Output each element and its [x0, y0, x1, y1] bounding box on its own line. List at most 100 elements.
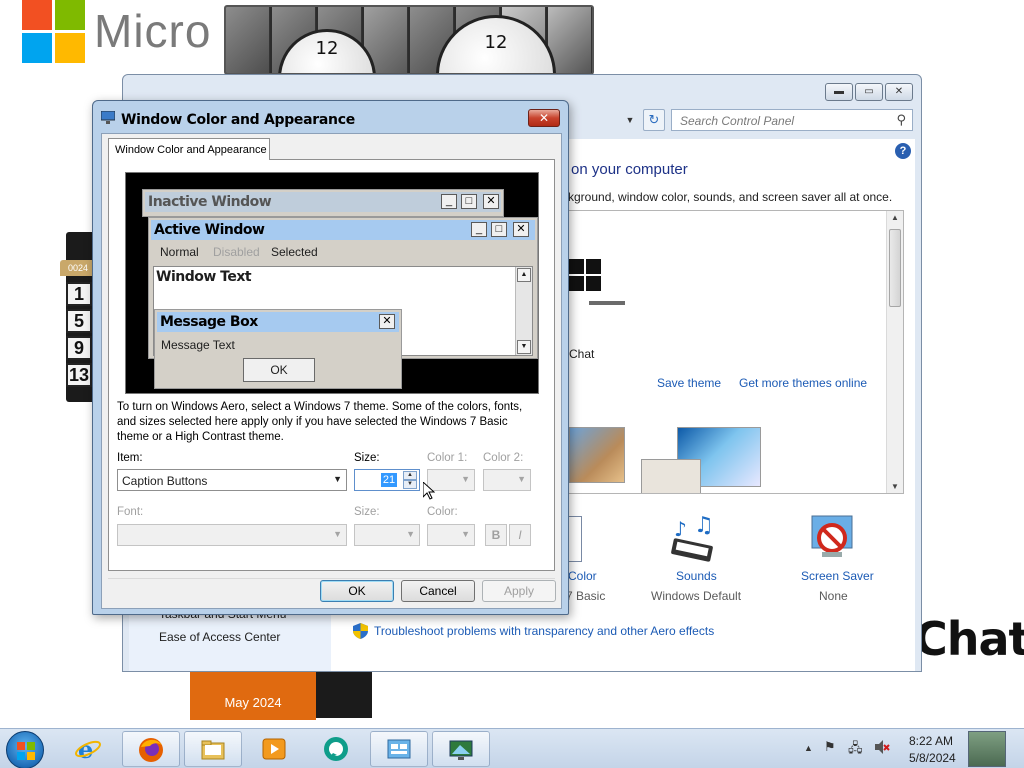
- preview-msgbox-text: Message Text: [161, 338, 235, 352]
- font-size-label: Size:: [354, 506, 380, 518]
- tab-window-color[interactable]: Window Color and Appearance: [108, 138, 270, 160]
- mouse-pointer-icon: [422, 480, 436, 500]
- start-button[interactable]: [6, 731, 44, 768]
- taskbar-media-player[interactable]: [246, 731, 304, 767]
- window-caption-buttons: ▬ ▭ ✕: [825, 83, 913, 101]
- calendar-number: 13: [66, 363, 92, 387]
- theme-list-scrollbar[interactable]: ▲ ▼: [886, 211, 903, 493]
- action-center-flag-icon[interactable]: ⚑: [824, 739, 836, 755]
- preview-close-icon: ✕: [379, 314, 395, 329]
- aero-description: To turn on Windows Aero, select a Window…: [117, 401, 523, 443]
- theme-name: Chat: [569, 347, 595, 361]
- taskbar-internet-explorer[interactable]: e: [60, 731, 118, 767]
- button-separator: [108, 578, 555, 579]
- spin-up-icon[interactable]: ▲: [403, 471, 417, 480]
- font-color-label: Color:: [427, 506, 458, 518]
- taskbar-firefox[interactable]: [122, 731, 180, 767]
- window-color-link[interactable]: Color: [568, 569, 597, 583]
- calendar-month: May 2024: [224, 695, 282, 710]
- calendar-number: 1: [66, 282, 92, 306]
- calendar-gadget[interactable]: 0024 1 5 9 13: [60, 260, 96, 400]
- font-size-select[interactable]: ▼: [354, 524, 420, 546]
- display-settings-icon: [448, 737, 474, 763]
- screen-saver-link[interactable]: Screen Saver: [801, 569, 874, 583]
- preview-minimize-icon: _: [471, 222, 487, 237]
- calendar-header: 0024: [60, 260, 96, 276]
- theme-thumb-caption: [589, 301, 625, 305]
- folder-icon: [200, 737, 226, 763]
- dialog-close-button[interactable]: ✕: [528, 109, 560, 127]
- search-input[interactable]: Search Control Panel ⚲: [671, 109, 913, 131]
- ok-button[interactable]: OK: [320, 580, 394, 602]
- chat-app-icon: [323, 736, 349, 762]
- window-color-value: 7 Basic: [566, 589, 606, 603]
- clock-gadget[interactable]: 12 12: [224, 5, 594, 75]
- tab-panel: Inactive Window _ □ ✕ Active Window _ □ …: [108, 159, 555, 571]
- ease-of-access-link[interactable]: Ease of Access Center: [159, 630, 280, 644]
- color2-picker[interactable]: ▼: [483, 469, 531, 491]
- taskbar-display-settings[interactable]: [432, 731, 490, 767]
- troubleshoot-link[interactable]: Troubleshoot problems with transparency …: [374, 624, 714, 638]
- show-desktop-button[interactable]: [968, 731, 1006, 767]
- screen-saver-icon[interactable]: [806, 512, 858, 562]
- preview-msgbox-ok: OK: [243, 358, 315, 382]
- item-select[interactable]: Caption Buttons ▼: [117, 469, 347, 491]
- chevron-down-icon: ▼: [333, 529, 342, 539]
- sounds-value: Windows Default: [651, 589, 742, 603]
- svg-text:♫: ♫: [694, 514, 714, 538]
- search-placeholder: Search Control Panel: [680, 114, 795, 128]
- svg-text:♪: ♪: [674, 517, 687, 541]
- dialog-client-area: Window Color and Appearance Inactive Win…: [101, 133, 562, 609]
- taskbar-chat-app[interactable]: [308, 731, 366, 767]
- close-button[interactable]: ✕: [885, 83, 913, 101]
- help-icon[interactable]: ?: [895, 143, 911, 159]
- size-spinner[interactable]: 21 ▲ ▼: [354, 469, 420, 491]
- preview-inactive-window: Inactive Window _ □ ✕: [142, 189, 504, 217]
- chevron-down-icon: ▼: [461, 529, 470, 539]
- screen-saver-value: None: [819, 589, 848, 603]
- item-select-value: Caption Buttons: [122, 474, 208, 488]
- cancel-button[interactable]: Cancel: [401, 580, 475, 602]
- scroll-down-icon[interactable]: ▼: [887, 482, 903, 491]
- font-label: Font:: [117, 506, 144, 518]
- item-label: Item:: [117, 452, 143, 464]
- refresh-icon[interactable]: ↻: [643, 109, 665, 131]
- font-select[interactable]: ▼: [117, 524, 347, 546]
- scroll-up-icon[interactable]: ▲: [887, 213, 903, 222]
- spin-buttons[interactable]: ▲ ▼: [403, 471, 417, 489]
- tray-time[interactable]: 8:22 AM: [909, 734, 953, 748]
- italic-button[interactable]: I: [509, 524, 531, 546]
- maximize-button[interactable]: ▭: [855, 83, 883, 101]
- network-icon[interactable]: 🖧: [848, 739, 863, 761]
- scroll-thumb[interactable]: [889, 229, 901, 307]
- bold-button[interactable]: B: [485, 524, 507, 546]
- appearance-preview[interactable]: Inactive Window _ □ ✕ Active Window _ □ …: [125, 172, 539, 394]
- preview-menu-disabled: Disabled: [213, 245, 260, 259]
- preview-maximize-icon: □: [461, 194, 477, 209]
- color1-label: Color 1:: [427, 452, 468, 464]
- size-value[interactable]: 21: [381, 473, 397, 487]
- minimize-button[interactable]: ▬: [825, 83, 853, 101]
- preview-scrollbar: ▲ ▼: [515, 267, 532, 355]
- tray-date[interactable]: 5/8/2024: [909, 751, 956, 765]
- theme-thumbnail[interactable]: [569, 427, 625, 483]
- preview-minimize-icon: _: [441, 194, 457, 209]
- search-icon[interactable]: ⚲: [896, 112, 906, 128]
- save-theme-link[interactable]: Save theme: [657, 376, 721, 390]
- get-more-themes-link[interactable]: Get more themes online: [739, 376, 867, 390]
- firefox-icon: [138, 737, 164, 763]
- taskbar-control-panel[interactable]: [370, 731, 428, 767]
- taskbar-file-explorer[interactable]: [184, 731, 242, 767]
- sounds-icon[interactable]: ♪ ♫: [668, 513, 720, 564]
- font-color-picker[interactable]: ▼: [427, 524, 475, 546]
- tray-overflow-icon[interactable]: ▲: [804, 743, 813, 753]
- window-color-dialog: Window Color and Appearance ✕ Window Col…: [92, 100, 569, 615]
- sounds-link[interactable]: Sounds: [676, 569, 717, 583]
- apply-button[interactable]: Apply: [482, 580, 556, 602]
- volume-muted-icon[interactable]: [874, 739, 890, 758]
- spin-down-icon[interactable]: ▼: [403, 480, 417, 489]
- address-dropdown-icon[interactable]: ▼: [621, 109, 639, 131]
- theme-thumbnail[interactable]: [641, 459, 701, 493]
- preview-close-icon: ✕: [483, 194, 499, 209]
- chevron-down-icon: ▼: [333, 474, 342, 484]
